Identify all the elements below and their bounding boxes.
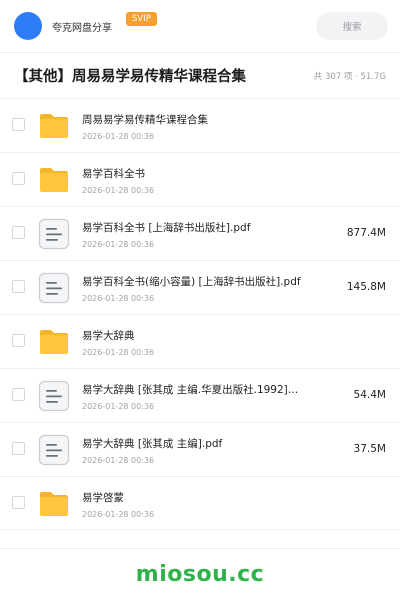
document-icon bbox=[37, 433, 71, 467]
folder-icon bbox=[37, 325, 71, 359]
folder-icon bbox=[37, 109, 71, 143]
file-date: 2026-01-28 00:36 bbox=[82, 510, 155, 519]
file-name[interactable]: 易学百科全书 [上海辞书出版社].pdf bbox=[82, 220, 307, 235]
header-bar: 夸克网盘分享 SVIP 搜索 bbox=[0, 0, 400, 52]
row-checkbox[interactable] bbox=[12, 280, 25, 293]
folder-icon bbox=[37, 163, 71, 197]
folder-icon bbox=[37, 487, 71, 521]
file-name[interactable]: 易学大辞典 [张其成 主编.华夏出版社.1992]… bbox=[82, 382, 307, 397]
file-date: 2026-01-28 00:36 bbox=[82, 456, 155, 465]
watermark: miosou.cc bbox=[135, 562, 265, 587]
row-checkbox[interactable] bbox=[12, 496, 25, 509]
search-input[interactable]: 搜索 bbox=[316, 12, 388, 40]
file-date: 2026-01-28 00:36 bbox=[82, 402, 155, 411]
list-item[interactable]: 易学大辞典 2026-01-28 00:36 bbox=[0, 314, 400, 368]
file-name[interactable]: 易学大辞典 bbox=[82, 328, 307, 343]
avatar[interactable] bbox=[14, 12, 42, 40]
file-name[interactable]: 易学百科全书 bbox=[82, 166, 307, 181]
file-date: 2026-01-28 00:36 bbox=[82, 348, 155, 357]
file-name[interactable]: 易学啓蒙 bbox=[82, 490, 307, 505]
folder-summary: 共 307 项 · 51.7G bbox=[313, 71, 386, 82]
row-checkbox[interactable] bbox=[12, 172, 25, 185]
file-list: 周易易学易传精华课程合集 2026-01-28 00:36 易学百科全书 2026-… bbox=[0, 98, 400, 530]
file-date: 2026-01-28 00:36 bbox=[82, 294, 155, 303]
file-date: 2026-01-28 00:36 bbox=[82, 240, 155, 249]
file-date: 2026-01-28 00:36 bbox=[82, 132, 155, 141]
list-item[interactable]: 易学啓蒙 2026-01-28 00:36 bbox=[0, 476, 400, 530]
file-name[interactable]: 周易易学易传精华课程合集 bbox=[82, 112, 307, 127]
list-item[interactable]: 易学百科全书 [上海辞书出版社].pdf 2026-01-28 00:36 877.… bbox=[0, 206, 400, 260]
file-size: 145.8M bbox=[346, 281, 386, 293]
row-checkbox[interactable] bbox=[12, 442, 25, 455]
list-item[interactable]: 易学大辞典 [张其成 主编.华夏出版社.1992]… 2026-01-28 00:… bbox=[0, 368, 400, 422]
footer: miosou.cc bbox=[0, 548, 400, 600]
row-checkbox[interactable] bbox=[12, 226, 25, 239]
list-item[interactable]: 易学百科全书(缩小容量) [上海辞书出版社].pdf 2026-01-28 00:… bbox=[0, 260, 400, 314]
list-item[interactable]: 易学大辞典 [张其成 主编].pdf 2026-01-28 00:36 37.5M bbox=[0, 422, 400, 476]
file-size: 877.4M bbox=[346, 227, 386, 239]
user-name[interactable]: 夸克网盘分享 bbox=[52, 19, 112, 34]
svip-badge: SVIP bbox=[126, 12, 157, 26]
file-name[interactable]: 易学大辞典 [张其成 主编].pdf bbox=[82, 436, 307, 451]
file-name[interactable]: 易学百科全书(缩小容量) [上海辞书出版社].pdf bbox=[82, 274, 307, 289]
list-item[interactable]: 周易易学易传精华课程合集 2026-01-28 00:36 bbox=[0, 98, 400, 152]
document-icon bbox=[37, 379, 71, 413]
file-size: 54.4M bbox=[353, 389, 386, 401]
row-checkbox[interactable] bbox=[12, 334, 25, 347]
file-size: 37.5M bbox=[353, 443, 386, 455]
page-title: 【其他】周易易学易传精华课程合集 bbox=[14, 69, 246, 85]
document-icon bbox=[37, 271, 71, 305]
row-checkbox[interactable] bbox=[12, 118, 25, 131]
list-item[interactable]: 易学百科全书 2026-01-28 00:36 bbox=[0, 152, 400, 206]
folder-title-bar: 【其他】周易易学易传精华课程合集 共 307 项 · 51.7G bbox=[0, 52, 400, 98]
file-date: 2026-01-28 00:36 bbox=[82, 186, 155, 195]
row-checkbox[interactable] bbox=[12, 388, 25, 401]
document-icon bbox=[37, 217, 71, 251]
